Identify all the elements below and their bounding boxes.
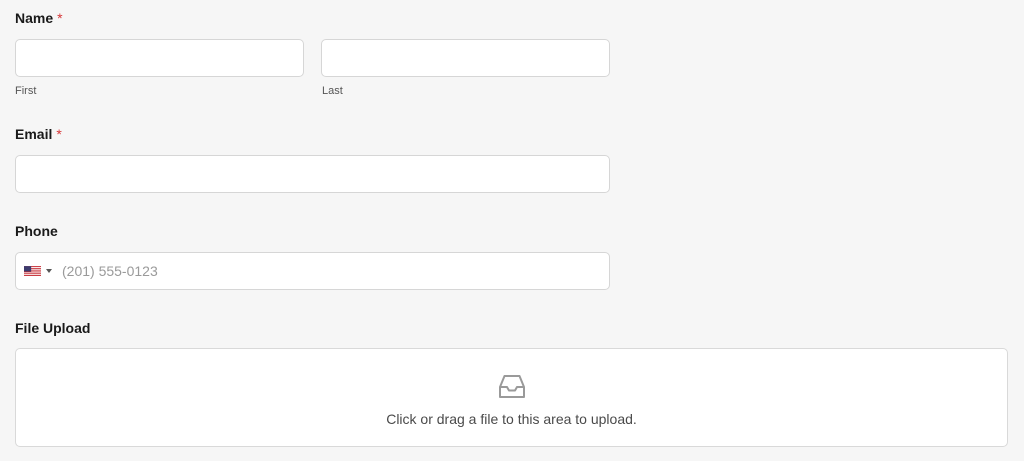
us-flag-icon: [24, 265, 41, 277]
last-name-input[interactable]: [321, 39, 610, 77]
name-label-text: Name: [15, 10, 54, 26]
email-required-mark: *: [56, 126, 62, 142]
phone-field: [15, 252, 610, 290]
email-input[interactable]: [15, 155, 610, 193]
name-label: Name *: [15, 10, 63, 26]
first-name-sublabel: First: [15, 85, 37, 97]
contact-form: Name* First Last Email* Phone F: [0, 0, 1024, 461]
email-label: Email *: [15, 126, 62, 142]
phone-label-text: Phone: [15, 223, 58, 239]
last-name-sublabel: Last: [322, 85, 343, 97]
email-label-text: Email: [15, 126, 53, 142]
name-required-mark: *: [57, 10, 63, 26]
chevron-down-icon: [46, 269, 52, 273]
first-name-input[interactable]: [15, 39, 304, 77]
file-upload-dropzone[interactable]: Click or drag a file to this area to upl…: [15, 348, 1008, 447]
file-upload-label: File Upload: [15, 320, 90, 336]
phone-label: Phone: [15, 223, 58, 239]
phone-input[interactable]: [62, 253, 602, 289]
inbox-icon: [499, 375, 525, 398]
upload-prompt: Click or drag a file to this area to upl…: [386, 411, 637, 427]
country-selector[interactable]: [16, 253, 60, 289]
file-upload-label-text: File Upload: [15, 320, 91, 336]
